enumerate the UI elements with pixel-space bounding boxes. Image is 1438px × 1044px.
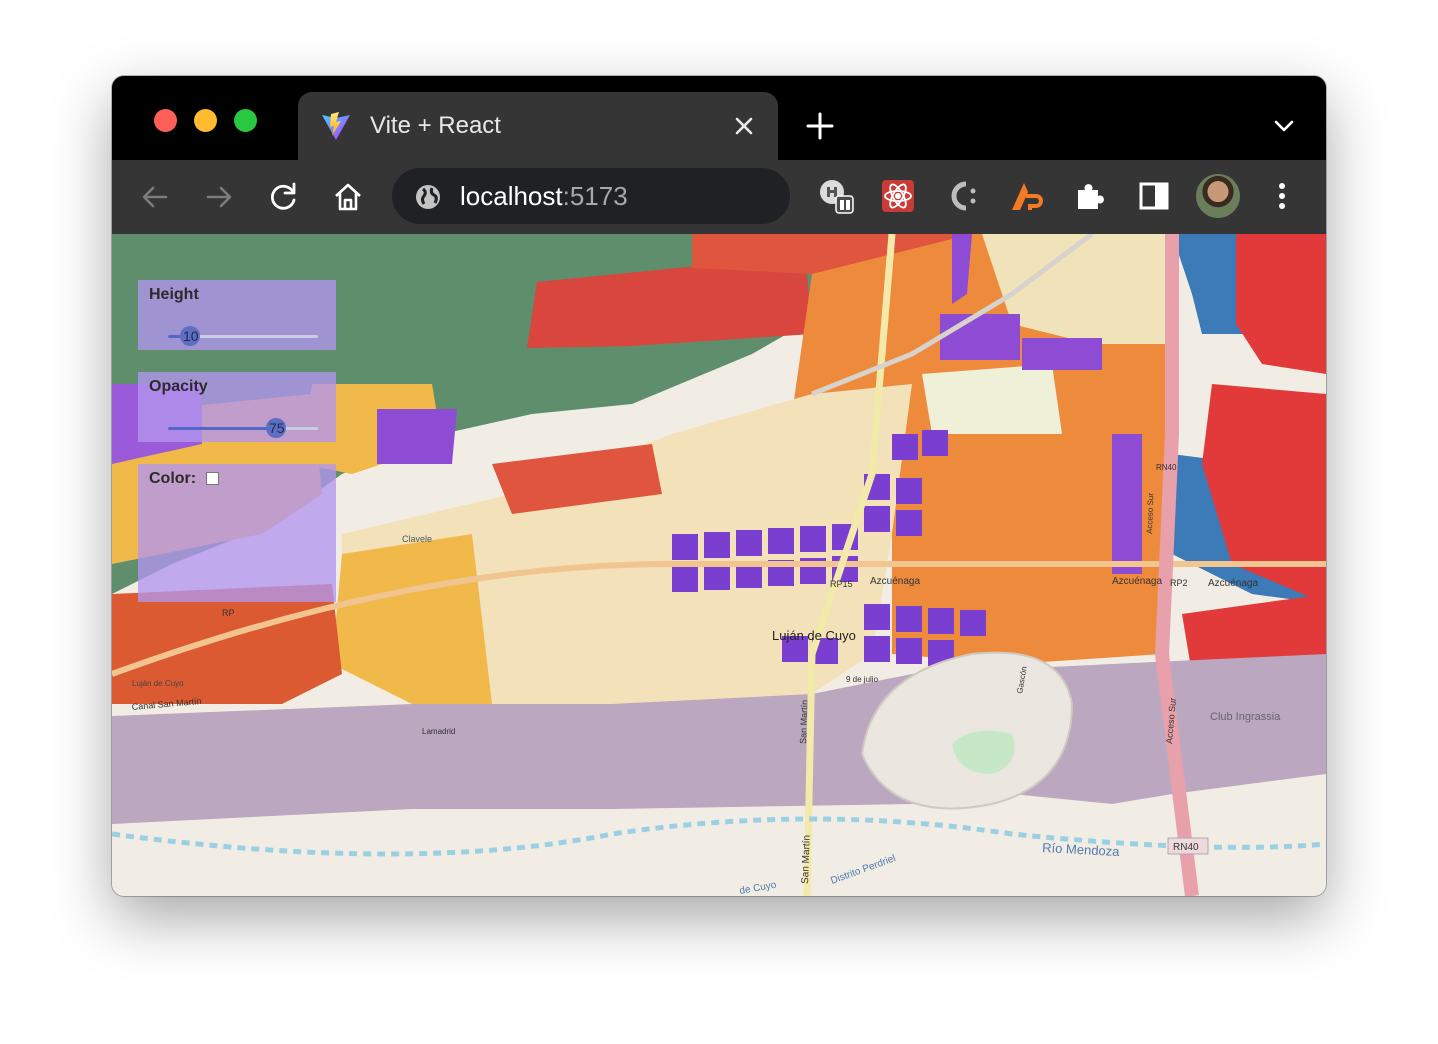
height-value: 10 [183, 328, 199, 344]
opacity-control-panel: Opacity 75 [138, 372, 336, 442]
tab-strip: Vite + React [112, 76, 1326, 160]
minimize-window-button[interactable] [194, 109, 217, 132]
sidebar-icon[interactable] [1136, 178, 1172, 214]
color-control-panel: Color: [138, 464, 336, 602]
browser-toolbar: localhost:5173 [112, 160, 1326, 235]
chevron-down-icon[interactable] [1272, 116, 1296, 136]
map-label-clavel: Clavele [402, 534, 432, 544]
map-label-azcuenaga-mid: Azcuénaga [1112, 576, 1162, 587]
close-window-button[interactable] [154, 109, 177, 132]
address-bar[interactable]: localhost:5173 [392, 168, 790, 224]
map-label-acceso-sur-north: Acceso Sur [1145, 493, 1155, 535]
maximize-window-button[interactable] [234, 109, 257, 132]
height-label: Height [149, 286, 199, 303]
plus-icon[interactable] [804, 110, 836, 142]
browser-window: Vite + React localhost:5173 Clavele Azcu… [112, 76, 1326, 896]
c-extension-icon[interactable] [944, 178, 980, 214]
color-checkbox[interactable] [206, 472, 219, 485]
extension-icon[interactable] [818, 178, 854, 214]
opacity-label: Opacity [149, 378, 208, 395]
map-label-lamadrid: Lamadrid [422, 727, 455, 736]
vite-icon [322, 112, 350, 140]
color-label: Color: [149, 470, 197, 487]
opacity-slider[interactable]: 75 [168, 418, 318, 438]
puzzle-icon[interactable] [1072, 178, 1108, 214]
tab-vite-react[interactable]: Vite + React [298, 92, 778, 160]
map-label-city: Luján de Cuyo [772, 628, 856, 643]
tab-title: Vite + React [370, 112, 501, 139]
map-label-rp15: RP15 [830, 579, 853, 589]
opacity-value: 75 [269, 420, 285, 436]
map-label-9-de-julio: 9 de julio [846, 675, 879, 684]
ap-extension-icon[interactable] [1008, 178, 1044, 214]
avatar[interactable] [1196, 174, 1240, 218]
reload-icon[interactable] [267, 180, 301, 214]
map-label-club-ingrassia: Club Ingrassia [1210, 711, 1281, 723]
map-label-rp: RP [222, 608, 235, 618]
home-icon[interactable] [331, 180, 365, 214]
height-control-panel: Height 10 [138, 280, 336, 350]
kebab-menu-icon[interactable] [1264, 178, 1300, 214]
map-label-azcuenaga-east: Azcuénaga [1208, 578, 1258, 589]
map-viewport[interactable]: Clavele Azcuénaga Azcuénaga Azcuénaga RP… [112, 234, 1326, 896]
map-label-rp2: RP2 [1170, 578, 1188, 588]
map-label-san-martin-south: San Martín [800, 835, 813, 884]
forward-arrow-icon[interactable] [202, 180, 236, 214]
opacity-slider-fill [168, 427, 280, 430]
url-text: localhost:5173 [460, 181, 628, 211]
map-label-azcuenaga: Azcuénaga [870, 576, 920, 587]
map-label-rn40-north: RN40 [1156, 463, 1177, 472]
map-label-rn40: RN40 [1173, 842, 1199, 853]
close-icon[interactable] [730, 112, 758, 140]
globe-icon[interactable] [414, 183, 442, 211]
react-devtools-icon[interactable] [880, 178, 916, 214]
height-slider[interactable]: 10 [168, 326, 318, 346]
map-label-san-martin: San Martín [798, 700, 810, 744]
back-arrow-icon[interactable] [138, 180, 172, 214]
map-label-lujan-small: Luján de Cuyo [132, 679, 184, 688]
